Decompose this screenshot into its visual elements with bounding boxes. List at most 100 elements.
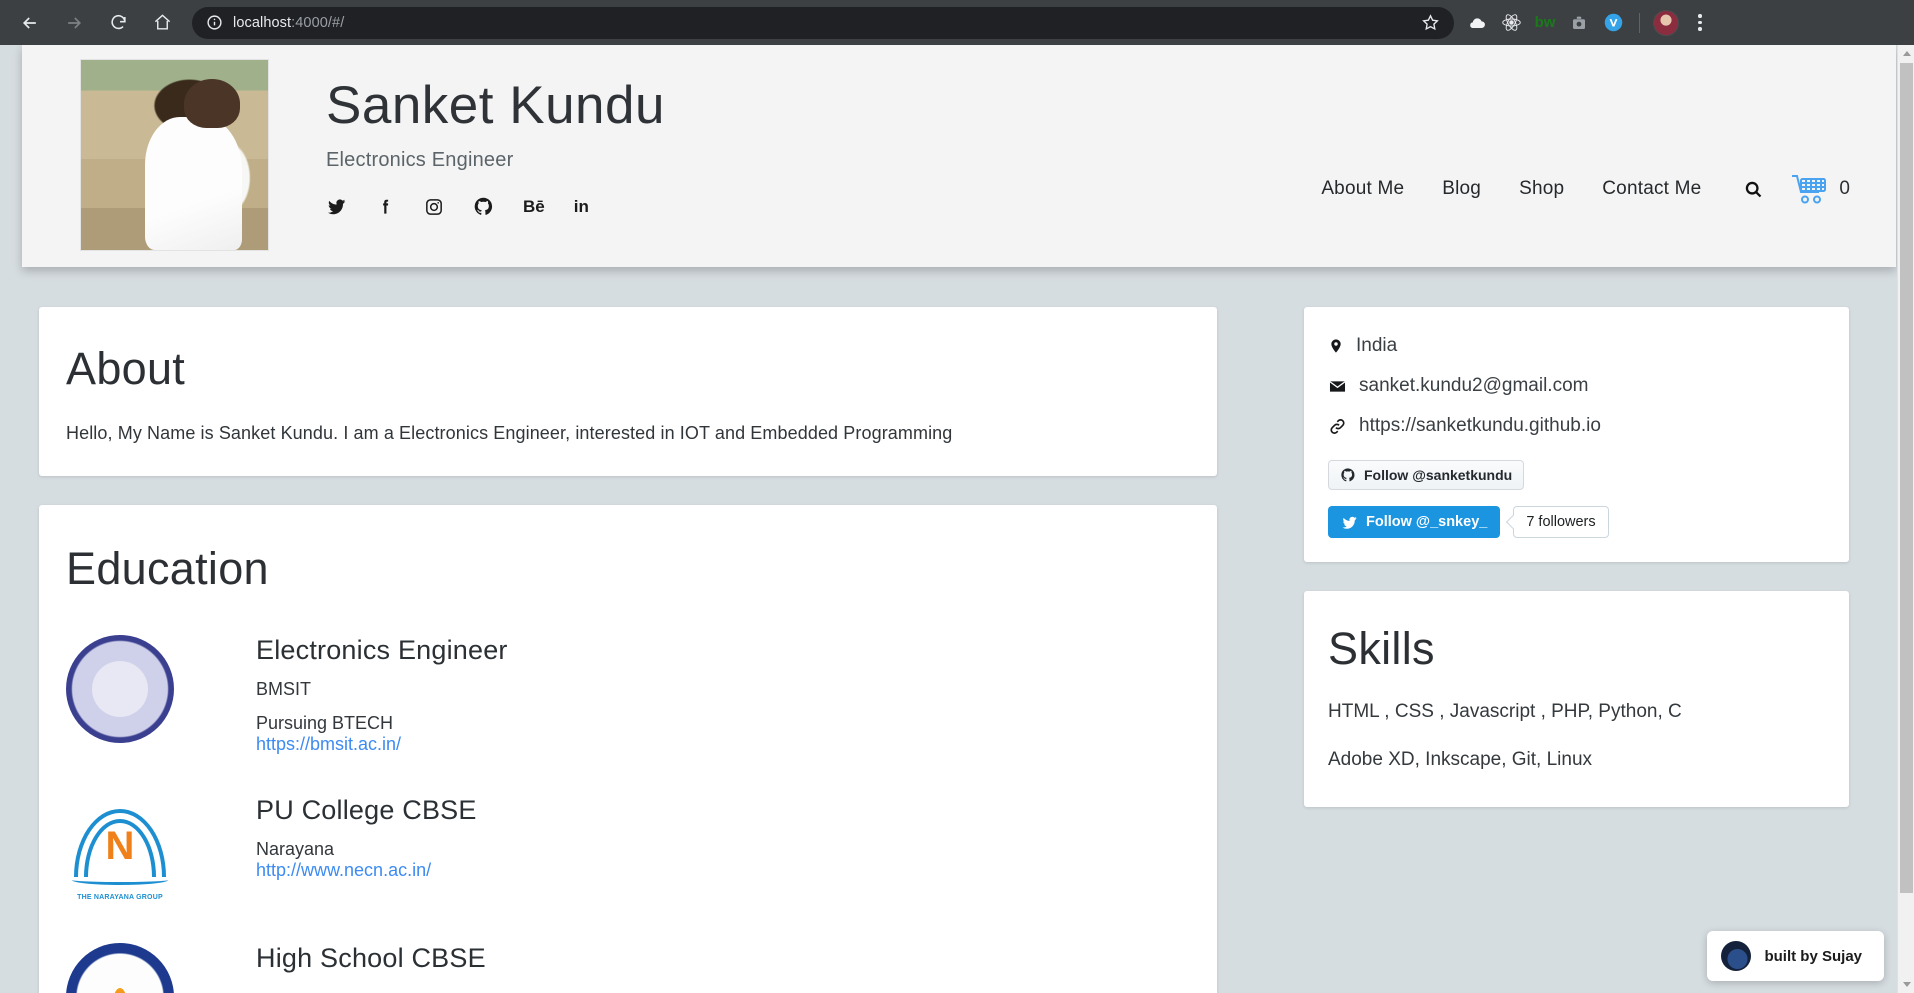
cart-button[interactable]: 0 — [1790, 173, 1850, 205]
nav-item-blog[interactable]: Blog — [1442, 178, 1481, 200]
site-info-icon[interactable] — [206, 14, 223, 31]
reload-icon — [109, 13, 128, 32]
forward-button[interactable] — [54, 3, 94, 43]
bookmark-button[interactable] — [1421, 13, 1440, 32]
about-text: Hello, My Name is Sanket Kundu. I am a E… — [66, 423, 1190, 444]
twitter-follow-label: Follow @_snkey_ — [1366, 514, 1487, 530]
extension-icons: bw — [1462, 8, 1715, 38]
linkedin-icon[interactable]: in — [574, 197, 589, 217]
address-bar[interactable]: localhost:4000/#/ — [192, 7, 1454, 39]
contact-website-row: https://sanketkundu.github.io — [1328, 415, 1827, 437]
address-bar-url: localhost:4000/#/ — [233, 15, 344, 31]
narayana-n-letter: N — [106, 824, 135, 869]
contact-email[interactable]: sanket.kundu2@gmail.com — [1359, 375, 1588, 397]
contact-location: India — [1356, 335, 1397, 357]
built-by-badge[interactable]: built by Sujay — [1707, 931, 1884, 981]
page-content: About Hello, My Name is Sanket Kundu. I … — [22, 267, 1896, 993]
twitter-followers-count[interactable]: 7 followers — [1513, 506, 1608, 538]
social-links: Bē in — [326, 196, 665, 217]
education-item-link[interactable]: https://bmsit.ac.in/ — [256, 734, 401, 754]
chevron-down-icon — [1903, 982, 1911, 987]
scroll-up-button[interactable] — [1898, 45, 1914, 62]
education-item: Electronics Engineer BMSIT Pursuing BTEC… — [66, 635, 1190, 755]
education-item: High School CBSE — [66, 943, 1190, 993]
chevron-up-icon — [1903, 51, 1911, 56]
home-button[interactable] — [142, 3, 182, 43]
envelope-icon — [1328, 377, 1347, 396]
instagram-icon[interactable] — [424, 197, 444, 217]
contact-card: India sanket.kundu2@gmail.com https://sa… — [1304, 307, 1849, 562]
education-item-title: Electronics Engineer — [256, 635, 508, 666]
education-item-body: High School CBSE — [256, 943, 486, 974]
narayana-book-base — [72, 875, 168, 885]
skills-line-1: HTML , CSS , Javascript , PHP, Python, C — [1328, 701, 1825, 723]
browser-nav-buttons — [10, 3, 182, 43]
forward-arrow-icon — [64, 13, 84, 33]
education-heading: Education — [66, 543, 1190, 595]
back-arrow-icon — [20, 13, 40, 33]
sidebar-column: India sanket.kundu2@gmail.com https://sa… — [1304, 307, 1849, 807]
education-item-body: PU College CBSE Narayana http://www.necn… — [256, 795, 477, 881]
shopping-cart-icon — [1790, 173, 1828, 205]
skills-card: Skills HTML , CSS , Javascript , PHP, Py… — [1304, 591, 1849, 807]
education-item-title: High School CBSE — [256, 943, 486, 974]
github-follow-label: Follow @sanketkundu — [1364, 467, 1512, 483]
reload-button[interactable] — [98, 3, 138, 43]
github-icon — [1340, 467, 1356, 483]
page-viewport: Sanket Kundu Electronics Engineer — [0, 45, 1914, 993]
browser-chrome: localhost:4000/#/ bw — [0, 0, 1914, 45]
react-devtools-icon[interactable] — [1496, 8, 1526, 38]
about-card: About Hello, My Name is Sanket Kundu. I … — [39, 307, 1217, 476]
search-button[interactable] — [1743, 179, 1764, 200]
screenshot-extension-icon[interactable] — [1564, 8, 1594, 38]
page-scrollbar[interactable] — [1897, 45, 1914, 993]
map-pin-icon — [1328, 336, 1344, 356]
three-dot-menu-icon[interactable] — [1685, 8, 1715, 38]
contact-email-row: sanket.kundu2@gmail.com — [1328, 375, 1827, 397]
education-item-status: Pursuing BTECH — [256, 713, 508, 734]
instagram-camera-icon — [424, 197, 444, 217]
cloud-icon — [1467, 13, 1487, 33]
scrollbar-thumb[interactable] — [1900, 63, 1913, 893]
education-item-link[interactable]: http://www.necn.ac.in/ — [256, 860, 431, 880]
skills-heading: Skills — [1328, 623, 1825, 675]
v-badge-icon — [1603, 12, 1624, 33]
twitter-bird-icon — [326, 196, 347, 217]
vimium-extension-icon[interactable] — [1598, 8, 1628, 38]
education-item-body: Electronics Engineer BMSIT Pursuing BTEC… — [256, 635, 508, 755]
twitter-icon[interactable] — [326, 196, 347, 217]
education-item-institute: BMSIT — [256, 679, 508, 700]
atom-icon — [1501, 12, 1522, 33]
behance-icon[interactable]: Bē — [523, 197, 545, 217]
home-icon — [153, 13, 172, 32]
profile-button[interactable] — [1651, 8, 1681, 38]
nav-item-about-me[interactable]: About Me — [1321, 178, 1404, 200]
facebook-icon[interactable] — [376, 197, 395, 216]
cloud-extension-icon[interactable] — [1462, 8, 1492, 38]
nav-item-shop[interactable]: Shop — [1519, 178, 1564, 200]
about-heading: About — [66, 343, 1190, 395]
education-item: N THE NARAYANA GROUP PU College CBSE Nar… — [66, 795, 1190, 903]
bmsit-logo — [66, 635, 174, 743]
chrome-separator — [1639, 13, 1640, 33]
education-item-title: PU College CBSE — [256, 795, 477, 826]
twitter-follow-row: Follow @_snkey_ 7 followers — [1328, 506, 1827, 538]
link-icon — [1328, 417, 1347, 436]
nav-item-contact-me[interactable]: Contact Me — [1602, 178, 1701, 200]
github-icon[interactable] — [473, 196, 494, 217]
main-column: About Hello, My Name is Sanket Kundu. I … — [39, 307, 1217, 993]
scroll-down-button[interactable] — [1898, 976, 1914, 993]
bookmark-star-icon — [1421, 13, 1440, 32]
facebook-f-icon — [376, 197, 395, 216]
main-navigation: About Me Blog Shop Contact Me 0 — [1283, 173, 1850, 205]
twitter-follow-button[interactable]: Follow @_snkey_ — [1328, 506, 1500, 538]
back-button[interactable] — [10, 3, 50, 43]
bitwarden-extension-icon[interactable]: bw — [1530, 8, 1560, 38]
twitter-icon — [1341, 514, 1358, 531]
contact-website[interactable]: https://sanketkundu.github.io — [1359, 415, 1601, 437]
github-follow-button[interactable]: Follow @sanketkundu — [1328, 460, 1524, 490]
mount-carmel-logo — [66, 943, 174, 993]
built-by-label: built by Sujay — [1764, 948, 1862, 965]
profile-photo — [80, 59, 269, 251]
page-subtitle: Electronics Engineer — [326, 149, 665, 172]
